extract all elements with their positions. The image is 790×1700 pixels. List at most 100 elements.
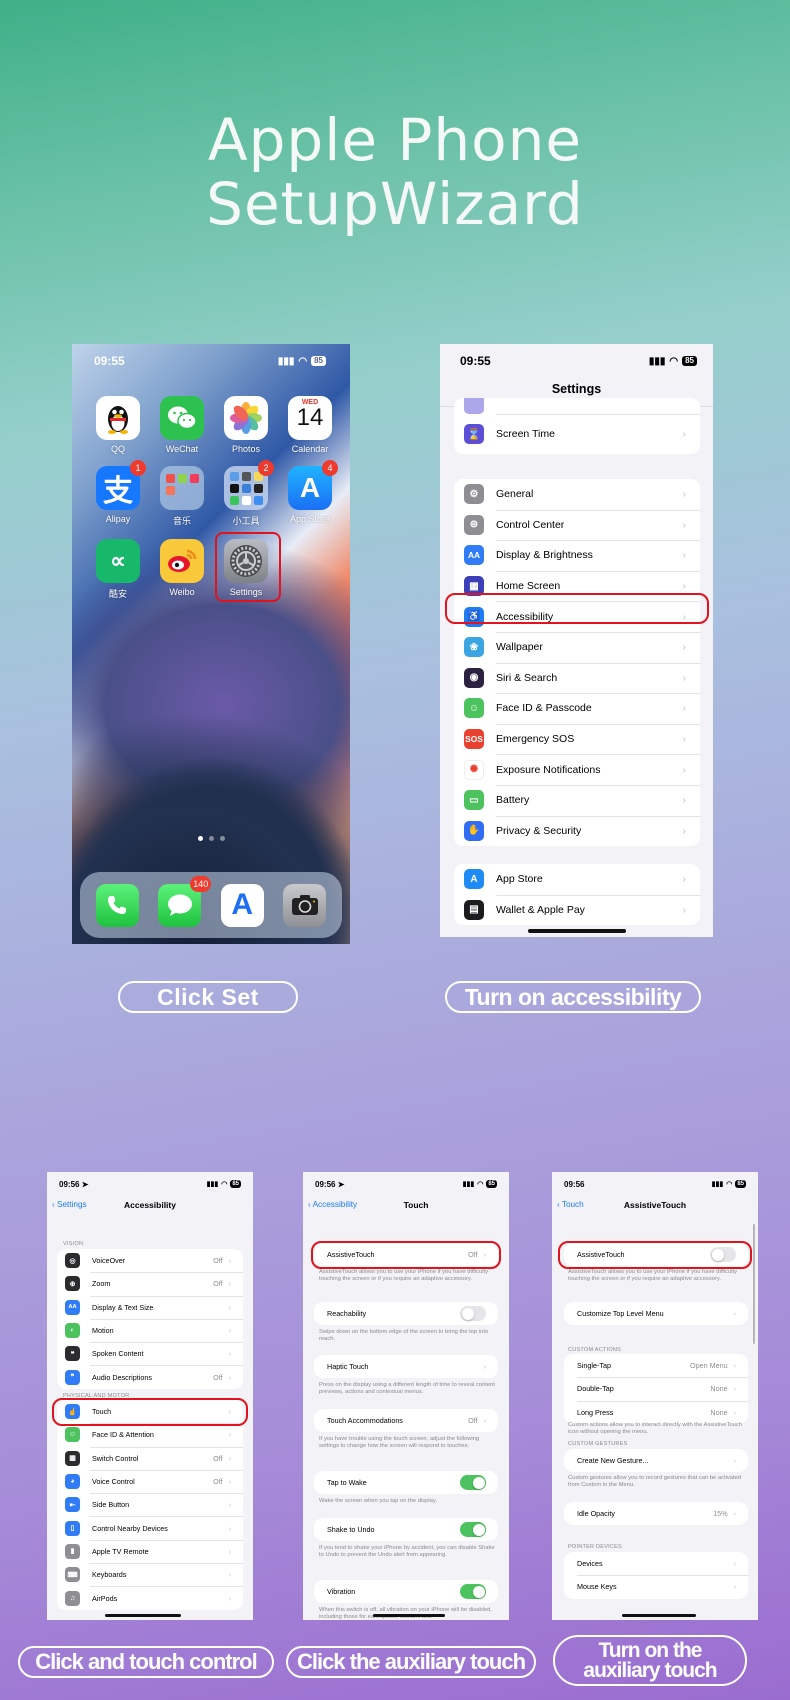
chevron-right-icon: › xyxy=(682,428,687,440)
wifi-icon: ◠ xyxy=(477,1181,484,1188)
settings-row-wallpaper[interactable]: ❀ Wallpaper › xyxy=(454,631,700,663)
camera-icon[interactable] xyxy=(283,883,327,927)
notification-badge: 2 xyxy=(258,460,274,476)
hourglass-icon: ⌛ xyxy=(464,424,484,444)
qq-penguin-icon xyxy=(96,396,140,440)
settings-row-audio-descriptions[interactable]: ❞ Audio Descriptions Off › xyxy=(57,1365,243,1388)
accessibility-screenshot: 09:56 ➤ ▮▮▮ ◠ 85 ‹ Settings Accessibility … xyxy=(47,1172,253,1620)
customize-menu-row[interactable]: Customize Top Level Menu › xyxy=(564,1302,748,1325)
tv-remote-icon: ▮ xyxy=(65,1543,80,1559)
gear-icon: ⚙ xyxy=(464,484,484,505)
chevron-right-icon: › xyxy=(483,1416,486,1426)
vision-group: ◎ VoiceOver Off › ⊕ Zoom Off › AA Display & Text … xyxy=(57,1249,243,1389)
custom-actions-group: Single-Tap Open Menu › Double-Tap None › Long … xyxy=(564,1354,748,1424)
chevron-right-icon: › xyxy=(682,733,687,746)
messages-icon[interactable]: 140 xyxy=(158,875,212,927)
create-gesture-row[interactable]: Create New Gesture... › xyxy=(564,1449,748,1472)
shake-to-undo-group: Shake to Undo xyxy=(314,1518,498,1542)
settings-row-airpods[interactable]: ♫ AirPods › xyxy=(57,1586,243,1609)
settings-row-general[interactable]: ⚙ General › xyxy=(454,479,700,510)
reachability-toggle[interactable] xyxy=(460,1306,486,1322)
settings-row-emergency-sos[interactable]: SOS Emergency SOS › xyxy=(454,723,700,755)
app-coolapk[interactable]: ∝ 酷安 xyxy=(86,539,150,600)
chevron-right-icon: › xyxy=(228,1570,231,1580)
settings-row-keyboards[interactable]: ⌨ Keyboards › xyxy=(57,1563,243,1586)
flower-icon: ❀ xyxy=(464,637,484,658)
settings-row-siri-search[interactable]: ◉ Siri & Search › xyxy=(454,662,700,694)
vibration-row: Vibration xyxy=(314,1580,498,1603)
custom-action-row-long-press[interactable]: Long Press None › xyxy=(564,1400,748,1424)
photos-icon xyxy=(224,396,268,440)
zoom-icon: ⊕ xyxy=(65,1276,80,1292)
page-dot xyxy=(219,836,225,841)
app-folder-tools[interactable]: 2 小工具 xyxy=(214,460,278,527)
app-qq[interactable]: QQ xyxy=(86,396,150,454)
chevron-right-icon: › xyxy=(682,794,687,807)
text-size-icon: AA xyxy=(464,545,484,566)
settings-row-exposure-notifications[interactable]: ✺ Exposure Notifications › xyxy=(454,754,700,785)
settings-row-display-text-size[interactable]: AA Display & Text Size › xyxy=(57,1295,243,1319)
settings-row-voice-control[interactable]: ◕ Voice Control Off › xyxy=(57,1469,243,1493)
custom-action-row-double-tap[interactable]: Double-Tap None › xyxy=(564,1377,748,1400)
app-folder-music[interactable]: 音乐 xyxy=(150,466,214,527)
nav-bar: ‹ Settings Accessibility xyxy=(52,1200,176,1210)
battery-icon: 85 xyxy=(311,356,326,366)
app-weibo[interactable]: Weibo xyxy=(150,539,214,600)
settings-row-face-id-attention[interactable]: ☺ Face ID & Attention › xyxy=(57,1423,243,1446)
scrollbar[interactable] xyxy=(753,1224,755,1344)
settings-screenshot: 09:55 ▮▮▮ ◠ 85 Settings ⌛ Screen Time › ⚙ G… xyxy=(440,344,713,937)
chevron-right-icon: › xyxy=(228,1500,231,1510)
location-arrow-icon: ➤ xyxy=(337,1179,345,1189)
settings-row-display-brightness[interactable]: AA Display & Brightness › xyxy=(454,540,700,571)
settings-row-side-button[interactable]: ⇤ Side Button › xyxy=(57,1493,243,1516)
text-size-icon: AA xyxy=(65,1299,80,1315)
app-grid: QQ WeChat Photos WED 14 Calendar 支 1 Ali… xyxy=(86,396,342,600)
highlight-box xyxy=(558,1241,752,1269)
app-app-store[interactable]: A 4 App Store xyxy=(278,460,342,527)
chevron-right-icon: › xyxy=(228,1302,231,1312)
haptic-touch-row[interactable]: Haptic Touch › xyxy=(314,1355,498,1378)
shake-to-undo-row: Shake to Undo xyxy=(314,1518,498,1541)
settings-row-control-nearby-devices[interactable]: ▯ Control Nearby Devices › xyxy=(57,1516,243,1539)
settings-row-spoken-content[interactable]: ❝ Spoken Content › xyxy=(57,1342,243,1365)
chevron-right-icon: › xyxy=(733,1559,736,1569)
chevron-right-icon: › xyxy=(483,1362,486,1372)
settings-row-focus[interactable] xyxy=(454,398,700,414)
shake-to-undo-toggle[interactable] xyxy=(460,1522,486,1538)
settings-row-battery[interactable]: ▭ Battery › xyxy=(454,784,700,816)
app-calendar[interactable]: WED 14 Calendar xyxy=(278,396,342,454)
settings-row-motion[interactable]: ◐ Motion › xyxy=(57,1318,243,1342)
app-photos[interactable]: Photos xyxy=(214,396,278,454)
app-wechat[interactable]: WeChat xyxy=(150,396,214,454)
settings-row-privacy-security[interactable]: ✋ Privacy & Security › xyxy=(454,815,700,847)
tap-to-wake-toggle[interactable] xyxy=(460,1475,486,1491)
status-bar: 09:55 ▮▮▮ ◠ 85 xyxy=(72,344,350,378)
settings-row-voiceover[interactable]: ◎ VoiceOver Off › xyxy=(57,1249,243,1272)
reachability-group: Reachability xyxy=(314,1302,498,1326)
signal-icon: ▮▮▮ xyxy=(711,1181,724,1188)
custom-action-row-single-tap[interactable]: Single-Tap Open Menu › xyxy=(564,1354,748,1377)
browser-a-icon[interactable]: A xyxy=(220,883,264,927)
touch-accommodations-row[interactable]: Touch Accommodations Off › xyxy=(314,1409,498,1432)
vibration-group: Vibration xyxy=(314,1580,498,1604)
settings-row-wallet-apple-pay[interactable]: ▤ Wallet & Apple Pay › xyxy=(454,894,700,926)
nearby-devices-icon: ▯ xyxy=(65,1520,80,1536)
notification-badge: 4 xyxy=(322,460,338,476)
app-alipay[interactable]: 支 1 Alipay xyxy=(86,460,150,527)
siri-icon: ◉ xyxy=(464,667,484,688)
settings-row-apple-tv-remote[interactable]: ▮ Apple TV Remote › xyxy=(57,1539,243,1563)
phone-icon[interactable] xyxy=(95,883,139,927)
settings-row-switch-control[interactable]: ▦ Switch Control Off › xyxy=(57,1446,243,1470)
settings-row-control-center[interactable]: ⊜ Control Center › xyxy=(454,509,700,541)
idle-opacity-row[interactable]: Idle Opacity 15% › xyxy=(564,1502,748,1525)
settings-row-face-id-passcode[interactable]: ☺ Face ID & Passcode › xyxy=(454,693,700,724)
devices-row[interactable]: Devices › xyxy=(564,1552,748,1575)
settings-row-screen-time[interactable]: ⌛ Screen Time › xyxy=(454,414,700,454)
settings-row-zoom[interactable]: ⊕ Zoom Off › xyxy=(57,1272,243,1295)
face-id-icon: ☺ xyxy=(464,698,484,719)
voice-control-icon: ◕ xyxy=(65,1474,80,1490)
chevron-right-icon: › xyxy=(682,549,687,562)
settings-row-app-store[interactable]: A App Store › xyxy=(454,864,700,895)
vibration-toggle[interactable] xyxy=(460,1584,486,1600)
mouse-keys-row[interactable]: Mouse Keys › xyxy=(564,1575,748,1598)
